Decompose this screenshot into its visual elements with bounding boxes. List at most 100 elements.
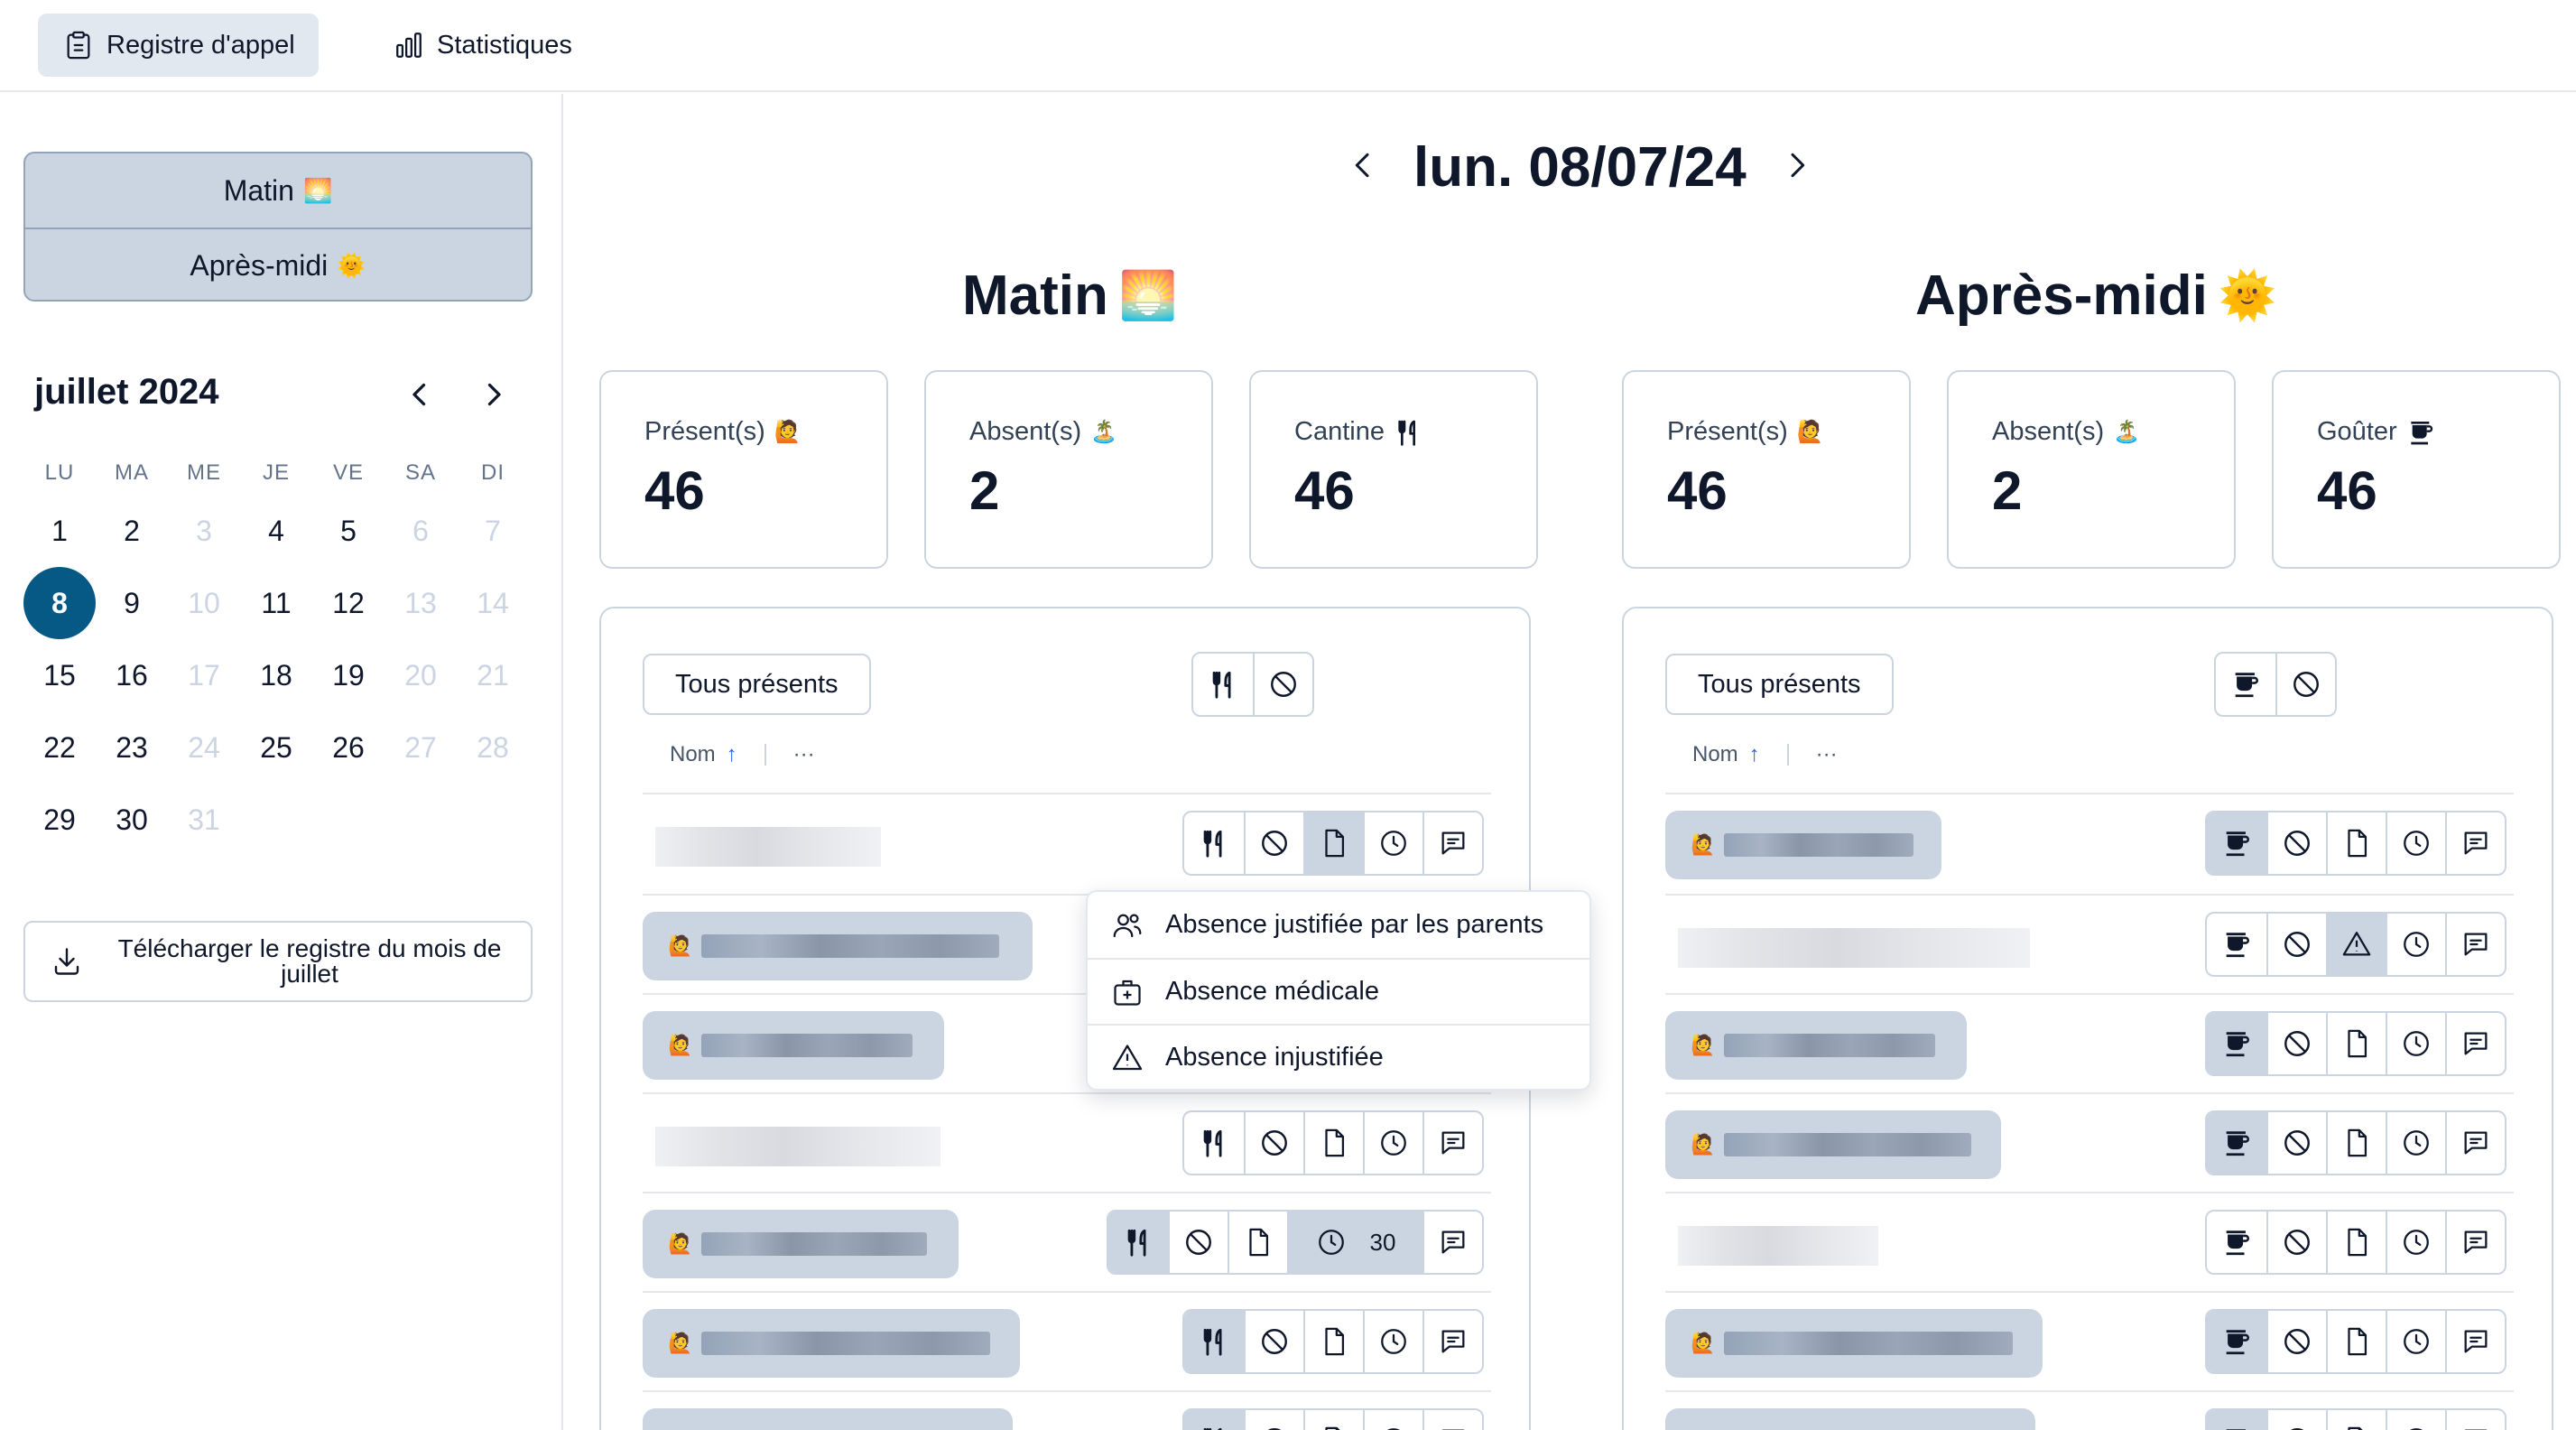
calendar-day[interactable]: 22: [23, 711, 96, 784]
student-name-pill-present[interactable]: 🙋: [643, 1408, 1013, 1430]
previous-day-button[interactable]: [1345, 147, 1381, 188]
calendar-day[interactable]: 26: [312, 711, 385, 784]
sort-name-button[interactable]: Nom: [670, 742, 716, 767]
canteen-toggle-button[interactable]: [1184, 1311, 1244, 1372]
all-present-button[interactable]: Tous présents: [1665, 654, 1894, 715]
late-arrival-button[interactable]: [1363, 812, 1422, 874]
student-name-pill-present[interactable]: 🙋: [643, 1011, 944, 1080]
nav-register-button[interactable]: Registre d'appel: [38, 14, 319, 77]
late-arrival-button[interactable]: [2386, 914, 2445, 975]
late-arrival-button[interactable]: [2386, 1311, 2445, 1372]
student-name-pill-present[interactable]: 🙋: [1665, 1408, 2035, 1430]
more-options-button[interactable]: ···: [1816, 742, 1838, 767]
calendar-day[interactable]: 18: [240, 639, 312, 711]
mark-absent-button[interactable]: [2266, 1410, 2326, 1430]
absence-reason-button[interactable]: [2326, 1311, 2386, 1372]
student-name-pill-present[interactable]: 🙋: [643, 1309, 1020, 1378]
calendar-day[interactable]: 5: [312, 495, 385, 567]
comment-button[interactable]: [2445, 812, 2505, 874]
mark-absent-button[interactable]: [2266, 812, 2326, 874]
calendar-day[interactable]: 15: [23, 639, 96, 711]
student-name-absent[interactable]: [1678, 1226, 1878, 1266]
absence-reason-button[interactable]: [2326, 1013, 2386, 1074]
sort-name-button[interactable]: Nom: [1692, 742, 1738, 767]
calendar-day[interactable]: 12: [312, 567, 385, 639]
bulk-canteen-button[interactable]: [1193, 654, 1253, 715]
absence-reason-button[interactable]: [2326, 1112, 2386, 1174]
comment-button[interactable]: [1422, 1311, 1482, 1372]
bulk-snack-button[interactable]: [2216, 654, 2275, 715]
mark-absent-button[interactable]: [2266, 1013, 2326, 1074]
late-arrival-button[interactable]: [1363, 1410, 1422, 1430]
mark-absent-button[interactable]: [2266, 1212, 2326, 1273]
mark-absent-button[interactable]: [1244, 1311, 1303, 1372]
snack-toggle-button[interactable]: [2207, 1410, 2266, 1430]
late-arrival-button[interactable]: 30: [1287, 1212, 1422, 1273]
calendar-day[interactable]: 29: [23, 784, 96, 856]
calendar-day[interactable]: 23: [96, 711, 168, 784]
absence-reason-button[interactable]: [1228, 1212, 1287, 1273]
calendar-day[interactable]: 1: [23, 495, 96, 567]
calendar-next-button[interactable]: [471, 372, 516, 417]
student-name-pill-present[interactable]: 🙋: [643, 1210, 959, 1278]
absence-reason-button[interactable]: [1303, 1410, 1363, 1430]
mark-absent-button[interactable]: [2266, 1311, 2326, 1372]
comment-button[interactable]: [2445, 1112, 2505, 1174]
student-name-pill-present[interactable]: 🙋: [1665, 1309, 2043, 1378]
mark-absent-button[interactable]: [2266, 914, 2326, 975]
calendar-day[interactable]: 4: [240, 495, 312, 567]
calendar-day[interactable]: 2: [96, 495, 168, 567]
absence-reason-button[interactable]: [1303, 1311, 1363, 1372]
all-present-button[interactable]: Tous présents: [643, 654, 871, 715]
menu-item-justified-by-parents[interactable]: Absence justifiée par les parents: [1088, 892, 1589, 958]
absence-reason-button[interactable]: [2326, 914, 2386, 975]
comment-button[interactable]: [1422, 1112, 1482, 1174]
calendar-day[interactable]: 16: [96, 639, 168, 711]
mark-absent-button[interactable]: [1244, 1112, 1303, 1174]
period-morning-option[interactable]: Matin 🌅: [25, 153, 531, 228]
canteen-toggle-button[interactable]: [1108, 1212, 1168, 1273]
comment-button[interactable]: [2445, 1212, 2505, 1273]
period-afternoon-option[interactable]: Après-midi 🌞: [25, 228, 531, 300]
calendar-day[interactable]: 19: [312, 639, 385, 711]
calendar-day[interactable]: 30: [96, 784, 168, 856]
next-day-button[interactable]: [1779, 147, 1815, 188]
comment-button[interactable]: [2445, 1410, 2505, 1430]
calendar-day[interactable]: 9: [96, 567, 168, 639]
snack-toggle-button[interactable]: [2207, 812, 2266, 874]
student-name-pill-present[interactable]: 🙋: [643, 912, 1033, 980]
comment-button[interactable]: [1422, 1410, 1482, 1430]
student-name-pill-present[interactable]: 🙋: [1665, 1110, 2001, 1179]
more-options-button[interactable]: ···: [793, 742, 815, 767]
menu-item-unjustified[interactable]: Absence injustifiée: [1088, 1024, 1589, 1090]
late-arrival-button[interactable]: [2386, 1112, 2445, 1174]
snack-toggle-button[interactable]: [2207, 1013, 2266, 1074]
snack-toggle-button[interactable]: [2207, 1212, 2266, 1273]
mark-absent-button[interactable]: [1244, 812, 1303, 874]
mark-absent-button[interactable]: [1168, 1212, 1228, 1273]
calendar-day[interactable]: 11: [240, 567, 312, 639]
bulk-absent-button[interactable]: [2275, 654, 2335, 715]
canteen-toggle-button[interactable]: [1184, 1112, 1244, 1174]
comment-button[interactable]: [2445, 914, 2505, 975]
download-month-register-button[interactable]: Télécharger le registre du mois de juill…: [23, 921, 533, 1002]
snack-toggle-button[interactable]: [2207, 1311, 2266, 1372]
calendar-day[interactable]: 25: [240, 711, 312, 784]
student-name-pill-present[interactable]: 🙋: [1665, 1011, 1967, 1080]
student-name-pill-present[interactable]: 🙋: [1665, 811, 1941, 879]
nav-stats-button[interactable]: Statistiques: [368, 14, 596, 77]
student-name-absent[interactable]: [1678, 928, 2030, 968]
absence-reason-button[interactable]: [2326, 1410, 2386, 1430]
late-arrival-button[interactable]: [1363, 1311, 1422, 1372]
calendar-prev-button[interactable]: [397, 372, 442, 417]
absence-reason-button[interactable]: [1303, 1112, 1363, 1174]
student-name-absent[interactable]: [655, 827, 881, 867]
canteen-toggle-button[interactable]: [1184, 812, 1244, 874]
absence-reason-button[interactable]: [2326, 812, 2386, 874]
snack-toggle-button[interactable]: [2207, 1112, 2266, 1174]
mark-absent-button[interactable]: [2266, 1112, 2326, 1174]
late-arrival-button[interactable]: [1363, 1112, 1422, 1174]
menu-item-medical[interactable]: Absence médicale: [1088, 958, 1589, 1024]
late-arrival-button[interactable]: [2386, 1410, 2445, 1430]
snack-toggle-button[interactable]: [2207, 914, 2266, 975]
